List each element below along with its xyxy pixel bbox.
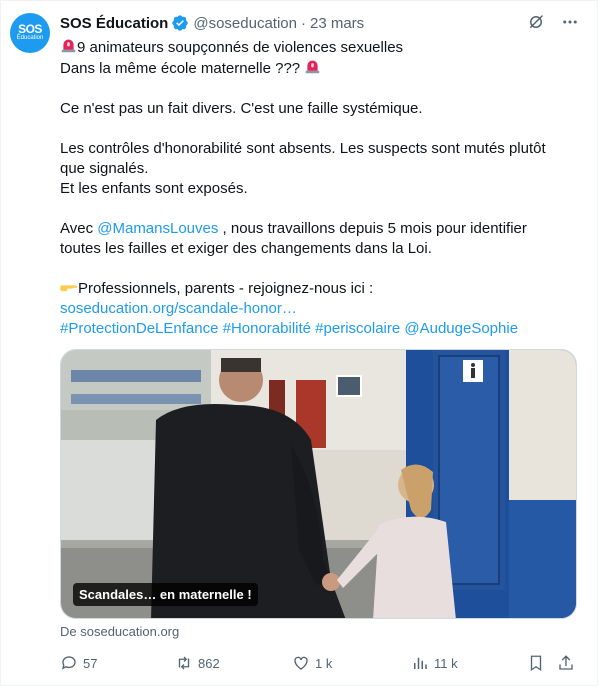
- handle[interactable]: @soseducation: [193, 15, 297, 32]
- grok-icon[interactable]: [527, 13, 545, 31]
- avatar-text-bottom: Éducation: [16, 35, 44, 41]
- tweet-card[interactable]: SOS Éducation SOS Éducation @soseducatio…: [0, 0, 598, 686]
- hashtag-protection[interactable]: #ProtectionDeLEnfance: [60, 320, 218, 337]
- retweet-icon: [178, 656, 190, 670]
- tweet-para-2: Ce n'est pas un fait divers. C'est une f…: [60, 100, 423, 117]
- bookmark-button[interactable]: [527, 653, 545, 673]
- views-button[interactable]: 11 k: [411, 653, 458, 673]
- tweet-para-4-line-1: Avec @MamansLouves , nous travaillons de…: [60, 219, 580, 239]
- like-button[interactable]: 1 k: [292, 653, 332, 673]
- tweet-para-5: Professionnels, parents - rejoignez-nous…: [60, 279, 580, 299]
- avatar[interactable]: SOS Éducation: [10, 13, 50, 53]
- tweet-text-line-2: Dans la même école maternelle ???: [60, 60, 301, 77]
- tweet-line-1: 9 animateurs soupçonnés de violences sex…: [60, 37, 580, 58]
- tweet-para-4-post: , nous travaillons depuis 5 mois pour id…: [218, 220, 527, 237]
- retweet-count: 862: [198, 655, 220, 671]
- top-icons: [527, 13, 579, 31]
- reply-button[interactable]: 57: [60, 653, 97, 673]
- media-image: [61, 350, 576, 618]
- siren-emoji-icon: [61, 39, 76, 53]
- tweet-para-4-pre: Avec: [60, 220, 98, 237]
- mention-link[interactable]: @MamansLouves: [97, 220, 218, 237]
- tweet-line-2: Dans la même école maternelle ???: [60, 58, 580, 79]
- tweet-body: 9 animateurs soupçonnés de violences sex…: [60, 37, 580, 339]
- avatar-text-top: SOS: [18, 22, 42, 36]
- hashtag-honorabilite[interactable]: #Honorabilité: [223, 320, 311, 337]
- reply-count: 57: [83, 655, 98, 671]
- action-bar: 57 862 1 k 11 k: [60, 653, 578, 673]
- display-name[interactable]: SOS Éducation: [60, 15, 168, 32]
- hashtag-periscolaire[interactable]: #periscolaire: [315, 320, 400, 337]
- more-options-icon[interactable]: [561, 13, 579, 31]
- reply-icon: [61, 656, 76, 670]
- hashtag-line: #ProtectionDeLEnfance #Honorabilité #per…: [60, 319, 580, 339]
- mention-auduge[interactable]: @AudugeSophie: [404, 320, 518, 337]
- tweet-date[interactable]: 23 mars: [310, 15, 364, 32]
- separator-dot: ·: [300, 14, 306, 32]
- bookmark-icon: [530, 655, 542, 672]
- tweet-para-3-line-2: que signalés.: [60, 160, 149, 177]
- views-chart-icon: [414, 657, 427, 669]
- media-card[interactable]: Scandales… en maternelle !: [60, 349, 577, 619]
- siren-emoji-icon: [305, 60, 320, 74]
- tweet-para-3-line-1: Les contrôles d'honorabilité sont absent…: [60, 140, 546, 157]
- like-count: 1 k: [315, 655, 333, 671]
- heart-icon: [294, 656, 308, 670]
- link-source[interactable]: De soseducation.org: [60, 624, 179, 639]
- tweet-header: SOS Éducation @soseducation · 23 mars: [60, 13, 364, 33]
- retweet-button[interactable]: 862: [175, 653, 220, 673]
- media-caption: Scandales… en maternelle !: [73, 583, 258, 606]
- share-button[interactable]: [557, 653, 575, 673]
- external-link[interactable]: soseducation.org/scandale-honor…: [60, 300, 297, 317]
- tweet-para-3-line-3: Et les enfants sont exposés.: [60, 180, 248, 197]
- verified-badge-icon: [172, 15, 189, 31]
- tweet-para-4-line-2: toutes les failles et exiger des changem…: [60, 240, 432, 257]
- tweet-text-line-1: 9 animateurs soupçonnés de violences sex…: [77, 39, 404, 56]
- tweet-text-para-5: Professionnels, parents - rejoignez-nous…: [78, 280, 374, 297]
- share-icon: [559, 655, 573, 670]
- views-count: 11 k: [434, 655, 458, 671]
- pointing-hand-emoji-icon: [60, 285, 78, 292]
